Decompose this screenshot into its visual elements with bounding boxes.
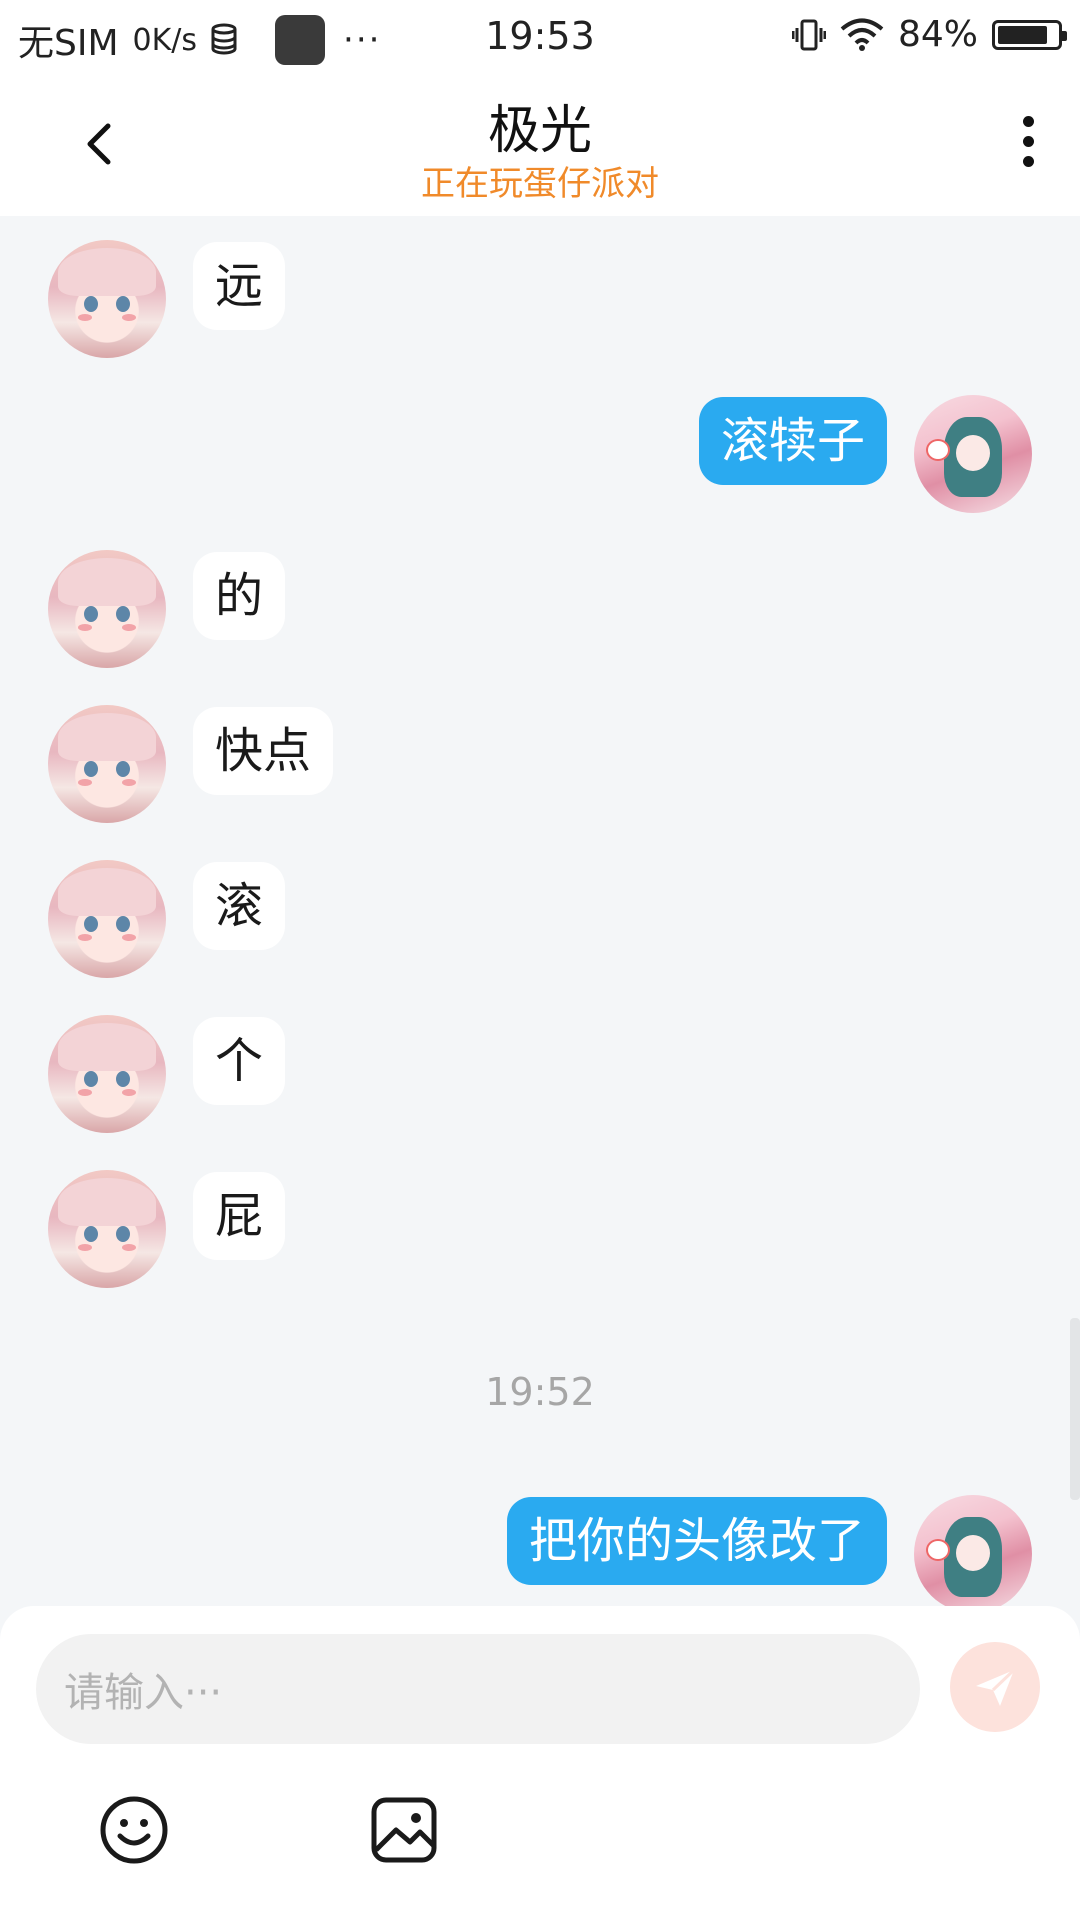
status-bar: 无SIM 0K/s ··· 19:53 84% bbox=[0, 0, 1080, 76]
contact-avatar[interactable] bbox=[48, 1170, 166, 1288]
contact-avatar[interactable] bbox=[48, 1015, 166, 1133]
battery-icon bbox=[992, 19, 1067, 50]
chat-header: 极光 正在玩蛋仔派对 bbox=[0, 76, 1080, 216]
my-avatar[interactable] bbox=[914, 395, 1032, 513]
contact-avatar[interactable] bbox=[48, 550, 166, 668]
wifi-icon bbox=[840, 18, 884, 51]
emoji-icon[interactable] bbox=[98, 1794, 170, 1866]
message-list[interactable]: 远滚犊子的快点滚个屁 19:52 把你的头像改了 bbox=[0, 216, 1080, 1613]
message-bubble-outgoing[interactable]: 把你的头像改了 bbox=[506, 1497, 887, 1585]
page-title: 极光 bbox=[487, 101, 592, 161]
scrollbar[interactable] bbox=[1070, 1318, 1080, 1500]
contact-avatar[interactable] bbox=[48, 860, 166, 978]
message-input[interactable]: 请输入··· bbox=[36, 1634, 920, 1744]
contact-status: 正在玩蛋仔派对 bbox=[421, 164, 659, 204]
message-bubble-incoming[interactable]: 个 bbox=[193, 1017, 286, 1105]
message-bubble-incoming[interactable]: 快点 bbox=[193, 707, 334, 795]
input-placeholder: 请输入··· bbox=[64, 1670, 223, 1716]
timestamp-separator: 19:52 bbox=[485, 1370, 595, 1414]
contact-avatar[interactable] bbox=[48, 705, 166, 823]
status-right: 84% bbox=[791, 14, 1067, 55]
contact-avatar[interactable] bbox=[48, 240, 166, 358]
send-icon bbox=[976, 1668, 1016, 1706]
message-bubble-incoming[interactable]: 的 bbox=[193, 552, 286, 640]
message-bubble-incoming[interactable]: 滚 bbox=[193, 862, 286, 950]
image-icon[interactable] bbox=[368, 1794, 440, 1866]
composer: 请输入··· bbox=[0, 1606, 1080, 1920]
vibrate-icon bbox=[791, 19, 826, 50]
message-bubble-incoming[interactable]: 远 bbox=[193, 242, 286, 330]
more-vertical-icon[interactable] bbox=[1016, 116, 1040, 176]
message-bubble-outgoing[interactable]: 滚犊子 bbox=[698, 397, 887, 485]
battery-percent: 84% bbox=[897, 14, 978, 55]
send-button[interactable] bbox=[950, 1642, 1040, 1732]
message-bubble-incoming[interactable]: 屁 bbox=[193, 1172, 286, 1260]
my-avatar[interactable] bbox=[914, 1495, 1032, 1613]
